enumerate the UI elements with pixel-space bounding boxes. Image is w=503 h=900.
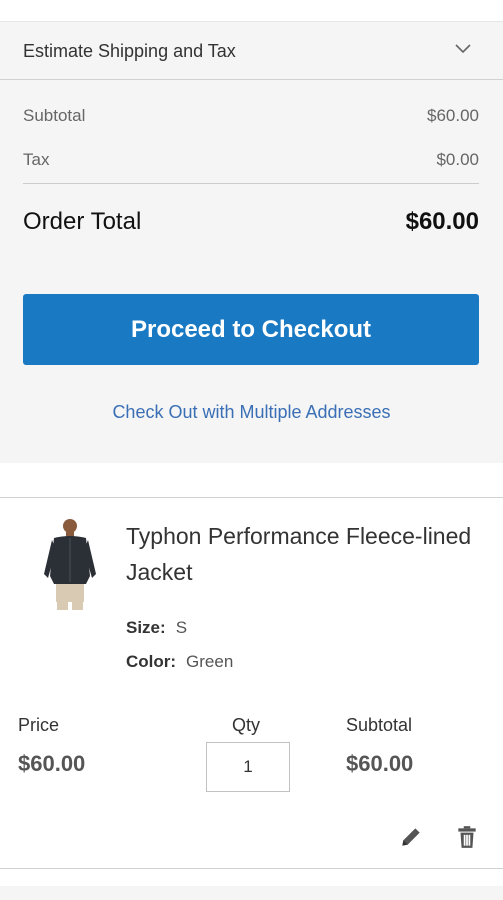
option-color: Color: Green: [126, 652, 233, 672]
cart-item: Typhon Performance Fleece-lined Jacket S…: [0, 497, 503, 869]
option-size: Size: S: [126, 618, 187, 638]
tax-row: Tax $0.00: [23, 150, 479, 170]
option-size-value: S: [175, 618, 188, 637]
item-subtotal-label: Subtotal: [346, 715, 413, 735]
subtotal-row: Subtotal $60.00: [23, 106, 479, 126]
tax-label: Tax: [23, 150, 50, 169]
top-strip: [0, 0, 503, 22]
bottom-strip: [0, 886, 503, 900]
item-subtotal-value: $60.00: [346, 751, 414, 776]
subtotal-label: Subtotal: [23, 106, 86, 125]
estimate-shipping-label: Estimate Shipping and Tax: [23, 41, 236, 61]
proceed-to-checkout-button[interactable]: Proceed to Checkout: [23, 294, 479, 365]
estimate-shipping-toggle[interactable]: Estimate Shipping and Tax: [0, 22, 503, 80]
option-color-value: Green: [186, 652, 234, 671]
multiple-addresses-link[interactable]: Check Out with Multiple Addresses: [0, 402, 503, 423]
chevron-down-icon: [455, 44, 471, 54]
product-name-link[interactable]: Typhon Performance Fleece-lined Jacket: [126, 518, 476, 590]
option-size-label: Size:: [126, 618, 166, 637]
order-total-label: Order Total: [23, 208, 142, 235]
qty-input[interactable]: [206, 742, 290, 792]
cart-summary: Estimate Shipping and Tax Subtotal $60.0…: [0, 22, 503, 463]
pencil-icon[interactable]: [398, 824, 424, 850]
subtotal-value: $60.00: [427, 106, 479, 125]
tax-value: $0.00: [436, 150, 479, 169]
product-image[interactable]: [30, 516, 110, 612]
order-total-row: Order Total $60.00: [23, 208, 479, 236]
order-total-value: $60.00: [405, 208, 479, 235]
trash-icon[interactable]: [454, 824, 480, 850]
price-value: $60.00: [18, 751, 86, 776]
option-color-label: Color:: [126, 652, 177, 671]
totals-divider: [23, 183, 479, 184]
price-label: Price: [18, 715, 60, 735]
qty-label: Qty: [232, 715, 261, 735]
